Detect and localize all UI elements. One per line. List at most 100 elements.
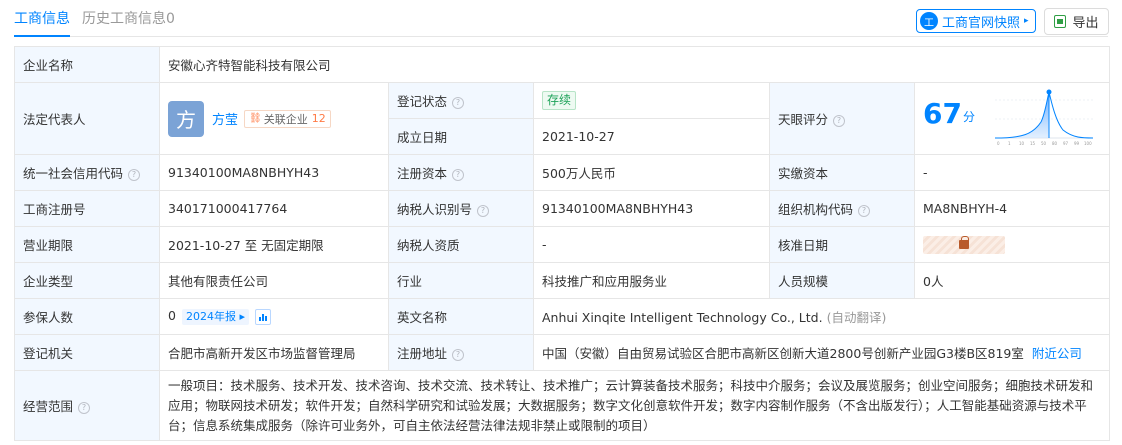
table-row: 法定代表人 方 方莹 ⛓ 关联企业 12 登记状态? 存续 天眼评分? 67 分 (14, 82, 1111, 155)
axis-tick: 97 (1063, 141, 1069, 146)
taxpayer-qual-value: - (533, 226, 770, 263)
table-row: 企业名称 安徽心齐特智能科技有限公司 (14, 46, 1111, 83)
field-label: 企业类型 (14, 262, 160, 299)
credit-code-value: 91340100MA8NBHYH43 (159, 154, 389, 191)
scope-label: 经营范围 (23, 399, 74, 414)
field-label: 实缴资本 (769, 154, 915, 191)
annual-report-label: 2024年报 (185, 309, 236, 323)
field-label: 登记状态? (388, 82, 534, 119)
field-label: 人员规模 (769, 262, 915, 299)
field-label: 组织机构代码? (769, 190, 915, 227)
org-code-value: MA8NBHYH-4 (913, 190, 1111, 227)
biz-reg-no-value: 340171000417764 (159, 190, 389, 227)
field-label: 核准日期 (769, 226, 915, 263)
field-label: 注册地址? (388, 334, 534, 371)
avatar[interactable]: 方 (168, 100, 204, 137)
nearby-companies-link[interactable]: 附近公司 (1032, 346, 1082, 361)
field-label: 统一社会信用代码? (14, 154, 160, 191)
help-icon[interactable]: ? (78, 401, 91, 414)
chevron-right-icon: ▸ (1024, 16, 1029, 26)
reg-capital-label: 注册资本 (397, 166, 448, 181)
business-scope-value: 一般项目：技术服务、技术开发、技术咨询、技术交流、技术转让、技术推广；云计算装备… (158, 370, 1111, 441)
axis-tick: 50 (1041, 141, 1047, 146)
auto-translate-note: (自动翻译) (826, 310, 887, 325)
reg-address-cell: 中国（安徽）自由贸易试验区合肥市高新区创新大道2800号创新产业园G3楼B区81… (532, 334, 1111, 371)
official-snapshot-button[interactable]: 工 工商官网快照 ▸ (916, 9, 1036, 33)
tianyan-score-cell[interactable]: 67 分 0 1 10 15 50 80 97 99 100 (913, 82, 1111, 155)
help-icon[interactable]: ? (477, 204, 490, 217)
excel-icon (1054, 15, 1067, 28)
insured-cell: 0 2024年报 ▸ (159, 298, 389, 335)
industry-value: 科技推广和应用服务业 (533, 262, 770, 299)
axis-tick: 10 (1019, 141, 1025, 146)
axis-tick: 100 (1084, 141, 1092, 146)
table-row: 登记机关 合肥市高新开发区市场监督管理局 注册地址? 中国（安徽）自由贸易试验区… (14, 334, 1111, 371)
related-companies-count: 12 (311, 112, 326, 125)
insured-count: 0 (168, 308, 176, 324)
chart-icon[interactable] (254, 308, 271, 325)
english-name-cell: Anhui Xinqite Intelligent Technology Co.… (532, 298, 1111, 335)
help-icon[interactable]: ? (452, 348, 465, 361)
annual-report-tag[interactable]: 2024年报 ▸ (181, 308, 249, 325)
locked-field[interactable] (923, 235, 1005, 254)
help-icon[interactable]: ? (858, 204, 871, 217)
related-companies-label: 关联企业 (263, 112, 308, 126)
reg-address-label: 注册地址 (397, 346, 448, 361)
credit-code-label: 统一社会信用代码 (23, 166, 124, 181)
tianyan-score-value: 67 (923, 96, 962, 130)
taxpayer-id-value: 91340100MA8NBHYH43 (533, 190, 770, 227)
help-icon[interactable]: ? (128, 168, 141, 181)
legal-rep-name-link[interactable]: 方莹 (212, 109, 238, 128)
field-label: 营业期限 (14, 226, 160, 263)
field-label: 行业 (388, 262, 534, 299)
axis-tick: 0 (997, 141, 1000, 146)
reg-address-value: 中国（安徽）自由贸易试验区合肥市高新区创新大道2800号创新产业园G3楼B区81… (542, 346, 1024, 361)
field-label: 登记机关 (14, 334, 160, 371)
taxpayer-id-label: 纳税人识别号 (397, 202, 473, 217)
tianyan-score-label: 天眼评分 (778, 112, 829, 127)
export-label: 导出 (1072, 16, 1099, 31)
org-code-label: 组织机构代码 (778, 202, 854, 217)
field-label: 法定代表人 (14, 82, 160, 155)
lock-icon (959, 235, 969, 249)
company-name-value: 安徽心齐特智能科技有限公司 (158, 46, 1111, 83)
table-row: 参保人数 0 2024年报 ▸ 英文名称 Anhui Xinqite Intell… (14, 298, 1111, 335)
tab-history-info[interactable]: 历史工商信息0 (82, 10, 175, 28)
field-label: 纳税人资质 (388, 226, 534, 263)
legal-rep-cell: 方 方莹 ⛓ 关联企业 12 (159, 82, 389, 155)
help-icon[interactable]: ? (452, 96, 465, 109)
staff-size-value: 0人 (913, 262, 1111, 299)
reg-status-cell: 存续 (533, 82, 770, 119)
tianyan-score-unit: 分 (963, 109, 976, 124)
table-row: 企业类型 其他有限责任公司 行业 科技推广和应用服务业 人员规模 0人 (14, 262, 1111, 299)
company-type-value: 其他有限责任公司 (159, 262, 389, 299)
reg-capital-value: 500万人民币 (533, 154, 770, 191)
help-icon[interactable]: ? (452, 168, 465, 181)
related-companies-tag[interactable]: ⛓ 关联企业 12 (244, 109, 331, 128)
field-label: 工商注册号 (14, 190, 160, 227)
approve-date-cell (913, 226, 1111, 263)
table-row: 工商注册号 340171000417764 纳税人识别号? 91340100MA… (14, 190, 1111, 227)
snapshot-label: 工商官网快照 (942, 15, 1021, 31)
axis-tick: 99 (1074, 141, 1080, 146)
table-row: 营业期限 2021-10-27 至 无固定期限 纳税人资质 - 核准日期 (14, 226, 1111, 263)
axis-tick: 15 (1030, 141, 1036, 146)
tab-business-info[interactable]: 工商信息 (14, 10, 70, 37)
field-label: 注册资本? (388, 154, 534, 191)
field-label: 纳税人识别号? (388, 190, 534, 227)
field-label: 企业名称 (14, 46, 160, 83)
english-name-value: Anhui Xinqite Intelligent Technology Co.… (542, 310, 823, 325)
status-badge: 存续 (542, 91, 577, 110)
field-label: 成立日期 (388, 118, 534, 155)
export-button[interactable]: 导出 (1044, 8, 1109, 35)
reg-status-label: 登记状态 (397, 94, 448, 109)
help-icon[interactable]: ? (833, 114, 846, 127)
score-distribution-chart: 0 1 10 15 50 80 97 99 100 (994, 89, 1094, 146)
official-site-icon: 工 (920, 12, 938, 30)
table-row: 统一社会信用代码? 91340100MA8NBHYH43 注册资本? 500万人… (14, 154, 1111, 191)
biz-term-value: 2021-10-27 至 无固定期限 (159, 226, 389, 263)
founded-date-value: 2021-10-27 (533, 118, 770, 155)
link-icon: ⛓ (249, 113, 262, 124)
field-label: 英文名称 (388, 298, 534, 335)
field-label: 经营范围? (14, 370, 160, 441)
